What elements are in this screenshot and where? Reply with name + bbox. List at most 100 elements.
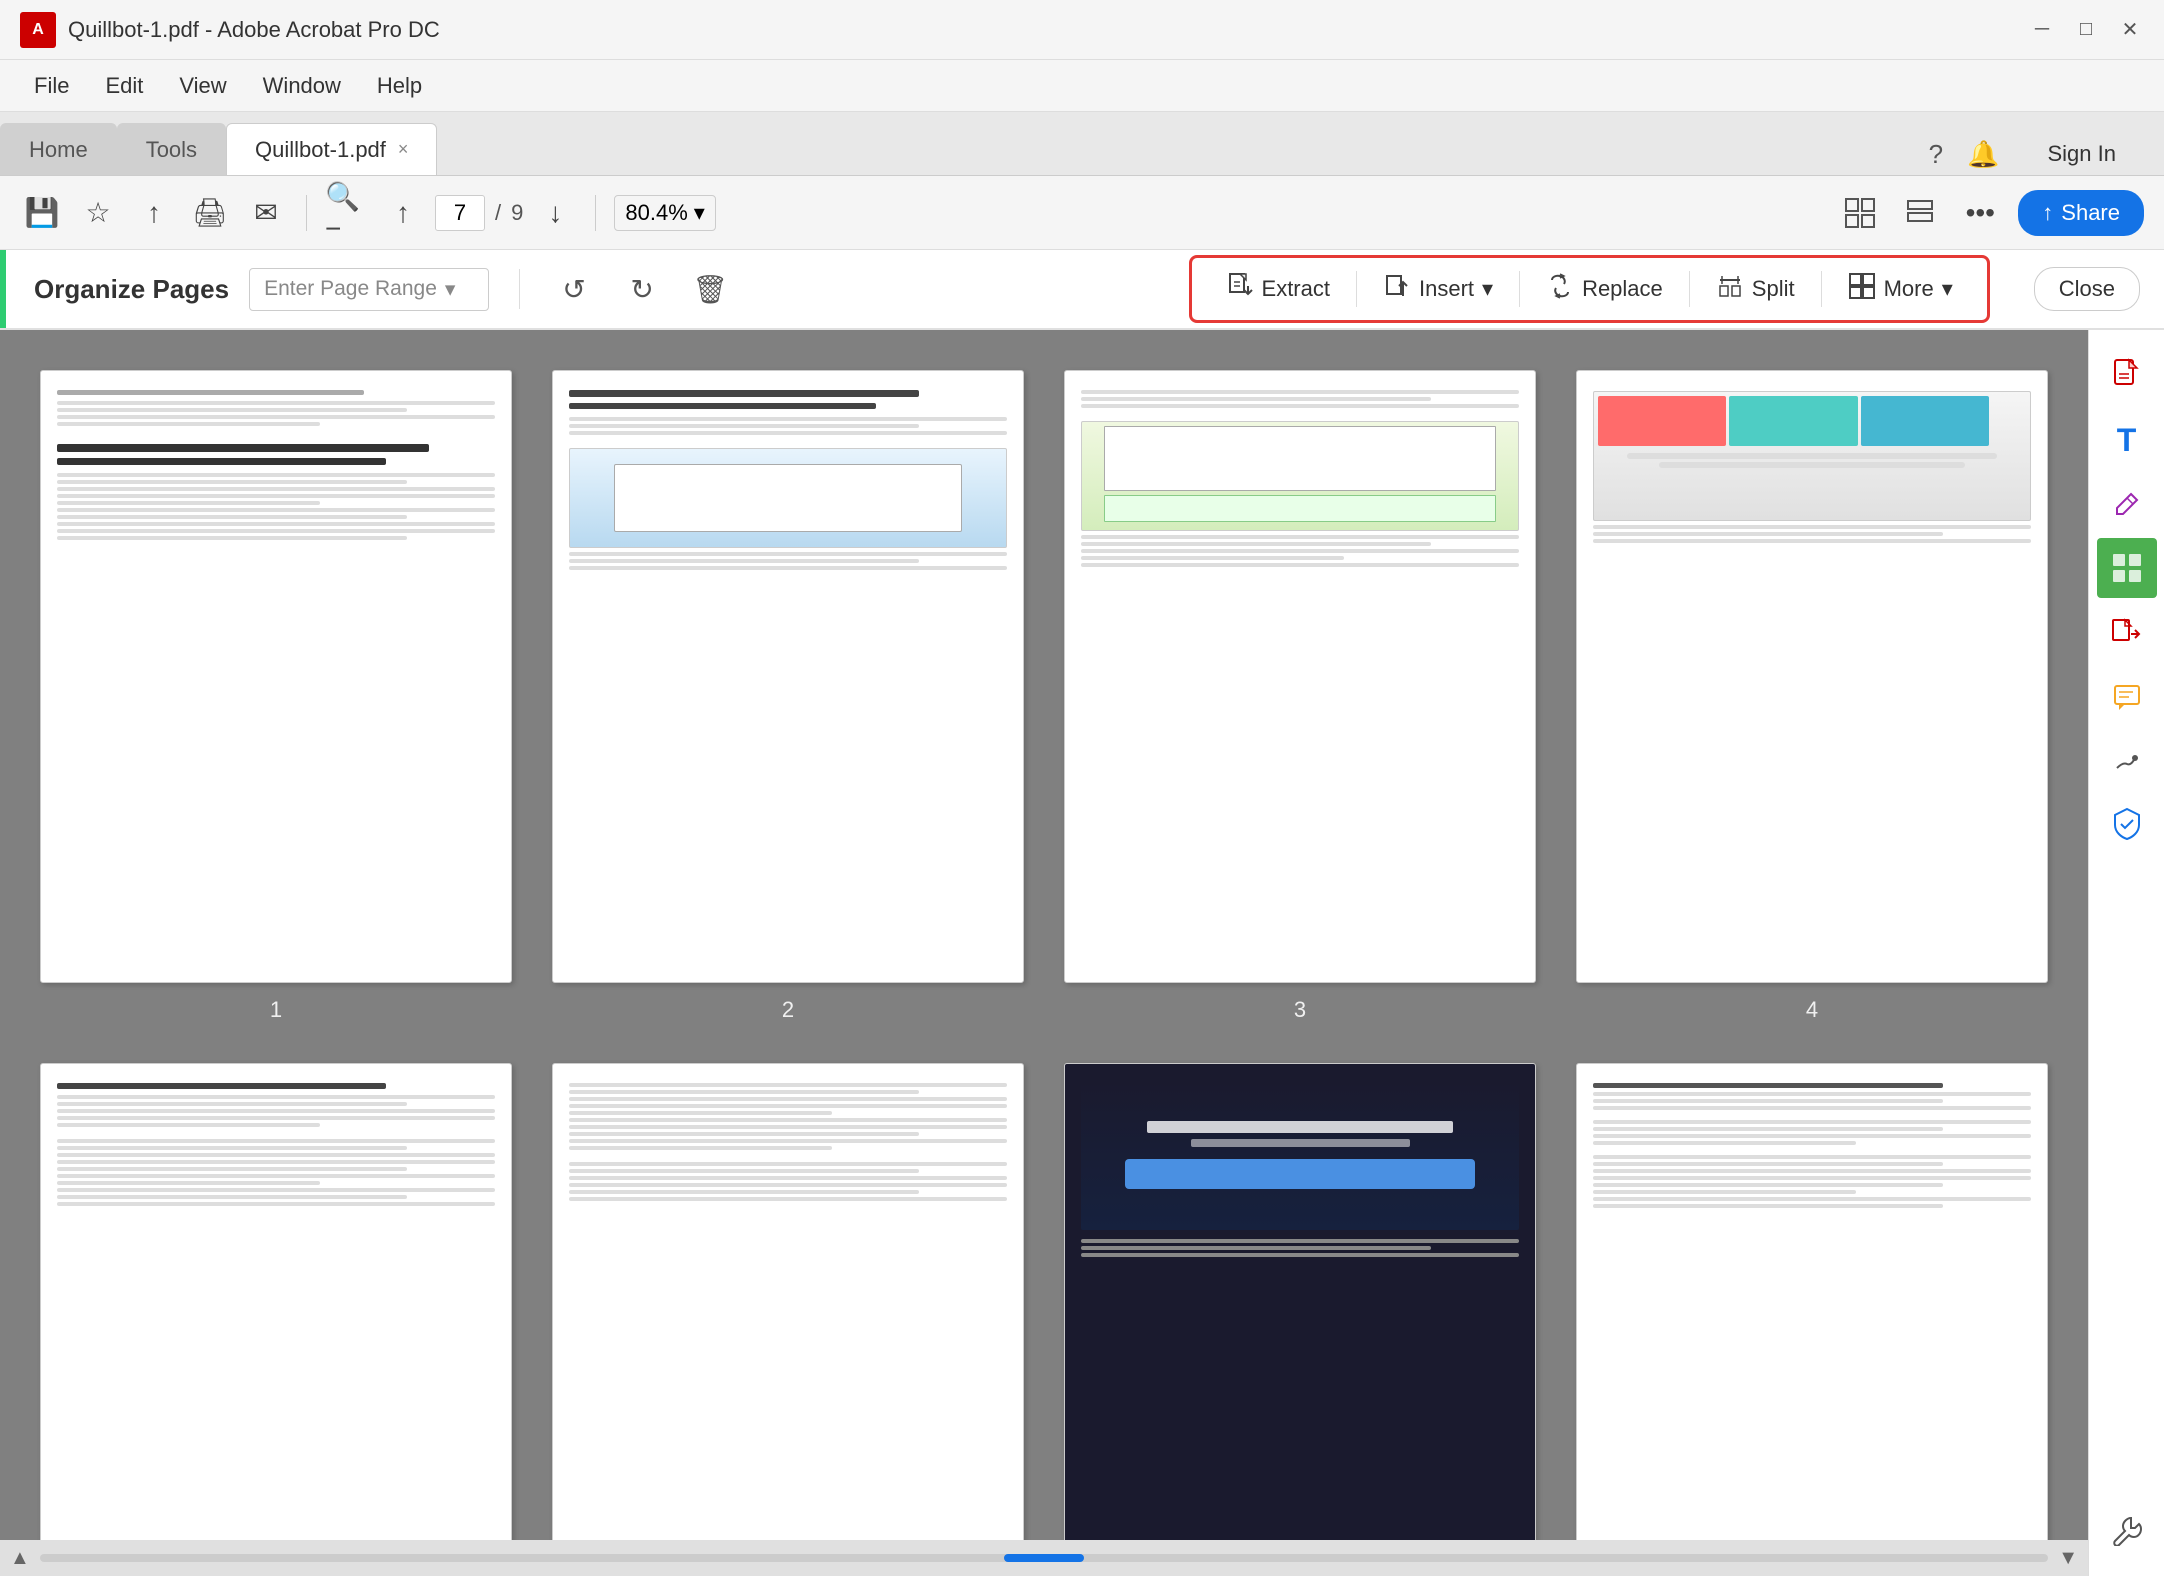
more-tools-icon[interactable]: ••• xyxy=(1958,191,2002,235)
insert-icon xyxy=(1383,272,1411,306)
redo-button[interactable]: ↻ xyxy=(618,265,666,313)
scroll-mode-icon[interactable] xyxy=(1898,191,1942,235)
insert-button[interactable]: Insert ▾ xyxy=(1365,264,1511,314)
page-item-4[interactable]: 4 xyxy=(1576,370,2048,1023)
page-range-placeholder: Enter Page Range xyxy=(264,277,437,301)
sidebar-tools-icon[interactable] xyxy=(2097,1500,2157,1560)
menu-window[interactable]: Window xyxy=(249,67,355,105)
zoom-level: 80.4% xyxy=(625,200,687,226)
page-thumb-6[interactable] xyxy=(552,1063,1024,1576)
zoom-out-icon[interactable]: 🔍− xyxy=(325,191,369,235)
window-title: Quillbot-1.pdf - Adobe Acrobat Pro DC xyxy=(68,17,440,43)
share-button[interactable]: ↑ Share xyxy=(2018,190,2144,236)
sidebar-protect-icon[interactable] xyxy=(2097,794,2157,854)
zoom-control[interactable]: 80.4% ▾ xyxy=(614,195,715,231)
organize-separator-1 xyxy=(519,269,520,309)
sidebar-pdf-tools-icon[interactable] xyxy=(2097,346,2157,406)
horizontal-scrollbar[interactable]: ▲ ▼ xyxy=(0,1540,2088,1576)
action-sep-1 xyxy=(1356,271,1357,307)
tab-document[interactable]: Quillbot-1.pdf × xyxy=(226,123,437,175)
toolbar-sep-2 xyxy=(595,195,596,231)
replace-icon xyxy=(1546,272,1574,306)
page-thumb-5[interactable] xyxy=(40,1063,512,1576)
notification-icon[interactable]: 🔔 xyxy=(1967,139,1999,170)
sidebar-convert-icon[interactable] xyxy=(2097,602,2157,662)
page-item-3[interactable]: 3 xyxy=(1064,370,1536,1023)
sign-in-button[interactable]: Sign In xyxy=(2024,133,2141,175)
page-7-content xyxy=(1081,1080,1519,1576)
insert-dropdown-icon: ▾ xyxy=(1482,276,1493,302)
action-toolbar: Extract Insert ▾ xyxy=(1189,255,1990,323)
page-item-7[interactable]: 7 xyxy=(1064,1063,1536,1576)
layout-icon[interactable] xyxy=(1838,191,1882,235)
upload-icon[interactable]: ↑ xyxy=(132,191,176,235)
email-icon[interactable]: ✉ xyxy=(244,191,288,235)
scroll-left-arrow[interactable]: ▲ xyxy=(10,1547,30,1570)
bookmark-icon[interactable]: ☆ xyxy=(76,191,120,235)
more-button[interactable]: More ▾ xyxy=(1830,264,1971,314)
extract-icon xyxy=(1226,272,1254,306)
print-icon[interactable]: 🖨 xyxy=(188,191,232,235)
tab-home[interactable]: Home xyxy=(0,123,117,175)
share-icon: ↑ xyxy=(2042,200,2053,226)
page-navigation: ↑ 7 / 9 ↓ xyxy=(381,191,577,235)
split-label: Split xyxy=(1752,276,1795,302)
maximize-button[interactable]: □ xyxy=(2072,16,2100,44)
save-icon[interactable]: 💾 xyxy=(20,191,64,235)
page-number-input[interactable]: 7 xyxy=(435,195,485,231)
page-item-8[interactable]: 8 xyxy=(1576,1063,2048,1576)
scroll-track[interactable] xyxy=(40,1554,2048,1562)
menu-help[interactable]: Help xyxy=(363,67,436,105)
menu-file[interactable]: File xyxy=(20,67,83,105)
sidebar-edit-icon[interactable] xyxy=(2097,474,2157,534)
page-thumb-3[interactable] xyxy=(1064,370,1536,983)
tab-home-label: Home xyxy=(29,137,88,163)
page-thumb-2[interactable] xyxy=(552,370,1024,983)
page-range-select[interactable]: Enter Page Range ▾ xyxy=(249,268,489,311)
toolbar-sep-1 xyxy=(306,195,307,231)
page-thumb-1[interactable] xyxy=(40,370,512,983)
tab-document-label: Quillbot-1.pdf xyxy=(255,137,386,163)
tab-close-button[interactable]: × xyxy=(398,139,409,160)
action-sep-4 xyxy=(1821,271,1822,307)
scroll-right-arrow[interactable]: ▼ xyxy=(2058,1547,2078,1570)
replace-button[interactable]: Replace xyxy=(1528,264,1681,314)
undo-button[interactable]: ↺ xyxy=(550,265,598,313)
page-item-2[interactable]: 2 xyxy=(552,370,1024,1023)
page-thumb-7[interactable] xyxy=(1064,1063,1536,1576)
page-thumb-8[interactable] xyxy=(1576,1063,2048,1576)
window-controls[interactable]: ─ □ ✕ xyxy=(2028,16,2144,44)
tab-tools[interactable]: Tools xyxy=(117,123,226,175)
close-organize-button[interactable]: Close xyxy=(2034,267,2140,311)
sidebar-translate-icon[interactable]: T xyxy=(2097,410,2157,470)
page-5-content xyxy=(57,1080,495,1576)
menu-edit[interactable]: Edit xyxy=(91,67,157,105)
help-icon[interactable]: ? xyxy=(1929,139,1943,170)
prev-page-button[interactable]: ↑ xyxy=(381,191,425,235)
page-item-1[interactable]: 1 xyxy=(40,370,512,1023)
extract-button[interactable]: Extract xyxy=(1208,264,1348,314)
scroll-thumb[interactable] xyxy=(1004,1554,1084,1562)
page-item-6[interactable]: 6 xyxy=(552,1063,1024,1576)
action-sep-2 xyxy=(1519,271,1520,307)
tab-tools-label: Tools xyxy=(146,137,197,163)
title-bar-left: A Quillbot-1.pdf - Adobe Acrobat Pro DC xyxy=(20,12,440,48)
next-page-button[interactable]: ↓ xyxy=(533,191,577,235)
page-number-3: 3 xyxy=(1294,997,1306,1023)
menu-view[interactable]: View xyxy=(165,67,240,105)
sidebar-organize-icon[interactable] xyxy=(2097,538,2157,598)
page-1-content xyxy=(57,387,495,966)
page-thumb-4[interactable] xyxy=(1576,370,2048,983)
sidebar-fill-sign-icon[interactable] xyxy=(2097,730,2157,790)
split-icon xyxy=(1716,272,1744,306)
delete-button[interactable]: 🗑 xyxy=(686,265,734,313)
minimize-button[interactable]: ─ xyxy=(2028,16,2056,44)
page-4-content xyxy=(1593,387,2031,966)
more-label: More xyxy=(1884,276,1934,302)
sidebar-comment-icon[interactable] xyxy=(2097,666,2157,726)
page-item-5[interactable]: 5 xyxy=(40,1063,512,1576)
close-button[interactable]: ✕ xyxy=(2116,16,2144,44)
page-number-1: 1 xyxy=(270,997,282,1023)
split-button[interactable]: Split xyxy=(1698,264,1813,314)
page-8-content xyxy=(1593,1080,2031,1576)
